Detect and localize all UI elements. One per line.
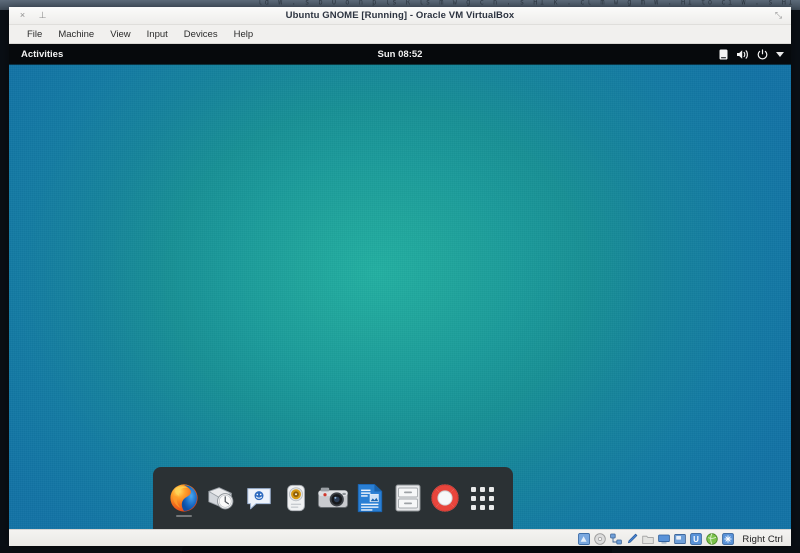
menu-item-input[interactable]: Input [140, 27, 175, 42]
menu-item-file[interactable]: File [20, 27, 49, 42]
window-title: Ubuntu GNOME [Running] - Oracle VM Virtu… [9, 10, 791, 21]
desktop-wallpaper [9, 64, 791, 529]
panel-clock[interactable]: Sun 08:52 [9, 49, 791, 60]
dock-item-empathy[interactable] [242, 477, 276, 519]
menu-item-machine[interactable]: Machine [51, 27, 101, 42]
minimize-icon[interactable]: ⊥ [37, 10, 48, 21]
mouse-integration-icon[interactable]: U [690, 533, 702, 545]
host-key-icon[interactable] [722, 533, 734, 545]
window-drop-shadow [12, 546, 788, 550]
panel-status-area[interactable] [719, 49, 784, 60]
dock-item-help[interactable] [428, 477, 462, 519]
restore-icon[interactable]: ⤡ [772, 9, 785, 22]
guest-screen: Activities Sun 08:52 [9, 44, 791, 529]
dock-item-show-applications[interactable] [465, 477, 499, 519]
dock-item-firefox[interactable] [167, 477, 201, 519]
host-backdrop-glyphs: ld W . s b O o n p ls R ls m w g c n . s… [258, 0, 800, 7]
display-icon[interactable] [658, 533, 670, 545]
window-titlebar: × ⊥ Ubuntu GNOME [Running] - Oracle VM V… [9, 7, 791, 25]
gnome-top-panel: Activities Sun 08:52 [9, 44, 791, 64]
dock-item-cheese[interactable] [316, 477, 350, 519]
network-vpn-icon[interactable] [719, 49, 728, 60]
network-adapter-icon[interactable] [610, 533, 622, 545]
hard-disk-icon[interactable] [578, 533, 590, 545]
screen-root: ld W . s b O o n p ls R ls m w g c n . s… [0, 0, 800, 553]
app-grid-icon [471, 487, 494, 510]
svg-text:U: U [694, 535, 700, 544]
menubar: File Machine View Input Devices Help [9, 25, 791, 44]
dock-item-libreoffice-writer[interactable] [353, 477, 387, 519]
running-indicator [176, 515, 192, 517]
activities-button[interactable]: Activities [12, 47, 72, 62]
guest-additions-icon[interactable] [706, 533, 718, 545]
dock-item-files[interactable] [391, 477, 425, 519]
menu-item-devices[interactable]: Devices [177, 27, 225, 42]
shared-folders-icon[interactable] [642, 533, 654, 545]
power-icon[interactable] [757, 49, 768, 60]
virtualbox-window: × ⊥ Ubuntu GNOME [Running] - Oracle VM V… [9, 7, 791, 546]
chevron-down-icon[interactable] [776, 52, 784, 57]
optical-disk-icon[interactable] [594, 533, 606, 545]
menu-item-view[interactable]: View [103, 27, 137, 42]
window-controls: × ⊥ [9, 10, 87, 21]
dock-item-rhythmbox[interactable] [279, 477, 313, 519]
video-capture-icon[interactable] [674, 533, 686, 545]
menu-item-help[interactable]: Help [227, 27, 261, 42]
dock [153, 467, 513, 529]
host-key-label: Right Ctrl [742, 534, 783, 545]
close-icon[interactable]: × [17, 10, 28, 21]
volume-icon[interactable] [736, 49, 749, 60]
dock-item-thunderbird[interactable] [204, 477, 238, 519]
usb-icon[interactable] [626, 533, 638, 545]
